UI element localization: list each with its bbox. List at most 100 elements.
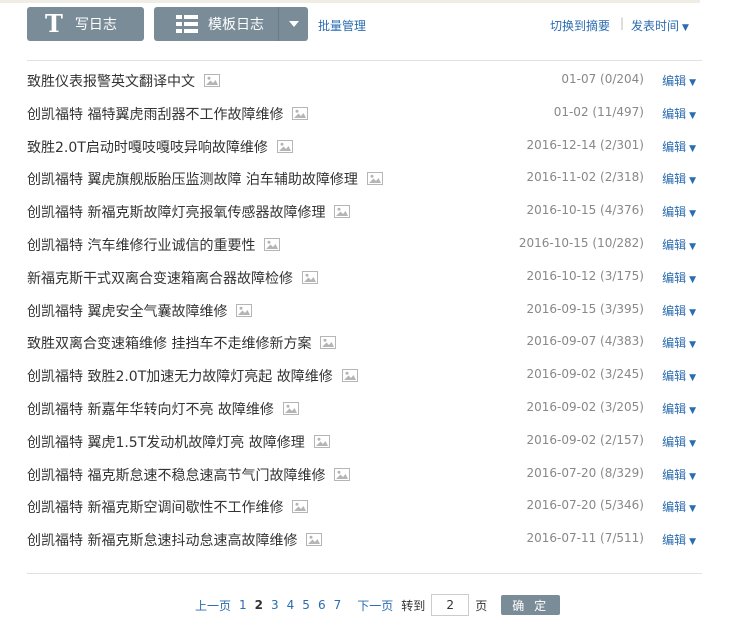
page-link-5[interactable]: 5 xyxy=(302,598,310,612)
image-icon xyxy=(341,369,358,383)
blog-date: 2016-09-02 xyxy=(526,367,597,382)
prev-page-link[interactable]: 上一页 xyxy=(195,597,231,614)
page-link-3[interactable]: 3 xyxy=(271,598,279,612)
edit-dropdown[interactable]: 编辑 ▼ xyxy=(662,498,696,515)
edit-label: 编辑 xyxy=(662,172,687,187)
blog-date: 2016-09-07 xyxy=(526,334,597,349)
page-number-input[interactable] xyxy=(431,594,470,616)
edit-dropdown[interactable]: 编辑 ▼ xyxy=(662,334,696,351)
edit-label: 编辑 xyxy=(662,205,687,220)
image-icon xyxy=(276,139,293,153)
blog-title-link[interactable]: 创凯福特 福特翼虎雨刮器不工作故障维修 xyxy=(27,104,309,124)
image-icon xyxy=(334,467,351,481)
blog-stats: (10/282) xyxy=(592,235,644,250)
edit-label: 编辑 xyxy=(662,401,687,416)
confirm-goto-button[interactable]: 确 定 xyxy=(501,595,561,615)
edit-dropdown[interactable]: 编辑 ▼ xyxy=(662,400,696,417)
page-link-1[interactable]: 1 xyxy=(239,598,247,612)
list-top-divider xyxy=(27,60,702,61)
blog-stats: (2/301) xyxy=(600,137,644,152)
blog-title-link[interactable]: 致胜2.0T启动时嘎吱嘎吱异响故障维修 xyxy=(27,137,293,157)
blog-list: 致胜仪表报警英文翻译中文 01-07 (0/204) 编辑 ▼ 创凯福特 福特翼虎雨刮器… xyxy=(27,64,702,556)
blog-date: 2016-09-02 xyxy=(526,399,597,414)
template-blog-button[interactable]: 模板日志 xyxy=(154,7,278,41)
blog-title-link[interactable]: 创凯福特 新嘉年华转向灯不亮 故障维修 xyxy=(27,399,299,419)
list-item: 致胜双离合变速箱维修 挂挡车不走维修新方案 2016-09-07 (4/383) 编… xyxy=(27,326,702,359)
caret-down-icon: ▼ xyxy=(689,143,696,154)
blog-date: 2016-07-20 xyxy=(526,498,597,513)
edit-dropdown[interactable]: 编辑 ▼ xyxy=(662,72,696,89)
blog-title-link[interactable]: 创凯福特 新福克斯空调间歇性不工作维修 xyxy=(27,497,309,517)
edit-dropdown[interactable]: 编辑 ▼ xyxy=(662,138,696,155)
edit-dropdown[interactable]: 编辑 ▼ xyxy=(662,433,696,450)
edit-dropdown[interactable]: 编辑 ▼ xyxy=(662,466,696,483)
page-link-2: 2 xyxy=(254,598,264,612)
image-icon xyxy=(282,401,299,415)
blog-title-link[interactable]: 创凯福特 致胜2.0T加速无力故障灯亮起 故障维修 xyxy=(27,366,358,386)
list-item: 创凯福特 新嘉年华转向灯不亮 故障维修 2016-09-02 (3/205) 编辑 ▼ xyxy=(27,392,702,425)
blog-title-link[interactable]: 创凯福特 新福克斯怠速抖动怠速高故障维修 xyxy=(27,530,323,550)
blog-date: 2016-07-20 xyxy=(526,465,597,480)
blog-title-text: 创凯福特 翼虎安全气囊故障维修 xyxy=(27,303,228,320)
edit-label: 编辑 xyxy=(662,106,687,121)
edit-label: 编辑 xyxy=(662,369,687,384)
blog-title-text: 致胜仪表报警英文翻译中文 xyxy=(27,74,195,90)
template-dropdown-button[interactable] xyxy=(278,7,308,41)
blog-title-link[interactable]: 创凯福特 翼虎旗舰版胎压监测故障 泊车辅助故障修理 xyxy=(27,169,383,189)
blog-stats: (3/175) xyxy=(600,268,644,283)
blog-date: 2016-09-15 xyxy=(526,301,597,316)
edit-dropdown[interactable]: 编辑 ▼ xyxy=(662,269,696,286)
edit-dropdown[interactable]: 编辑 ▼ xyxy=(662,302,696,319)
list-item: 创凯福特 汽车维修行业诚信的重要性 2016-10-15 (10/282) 编辑 ▼ xyxy=(27,228,702,261)
blog-stats: (3/205) xyxy=(600,399,644,414)
pagination: 上一页 1234567 下一页 转到 页 确 定 xyxy=(195,594,561,616)
page-link-7[interactable]: 7 xyxy=(334,598,342,612)
blog-title-text: 创凯福特 致胜2.0T加速无力故障灯亮起 故障维修 xyxy=(27,369,333,386)
blog-meta: 2016-10-15 (4/376) xyxy=(526,203,644,217)
batch-manage-link[interactable]: 批量管理 xyxy=(318,17,366,34)
blog-stats: (3/245) xyxy=(600,367,644,382)
blog-title-link[interactable]: 创凯福特 汽车维修行业诚信的重要性 xyxy=(27,235,281,255)
edit-dropdown[interactable]: 编辑 ▼ xyxy=(662,367,696,384)
blog-stats: (3/395) xyxy=(600,301,644,316)
sort-by-time-dropdown[interactable]: 发表时间 ▼ xyxy=(631,17,689,34)
blog-title-link[interactable]: 致胜仪表报警英文翻译中文 xyxy=(27,71,220,91)
blog-title-link[interactable]: 创凯福特 翼虎安全气囊故障维修 xyxy=(27,301,253,321)
blog-meta: 2016-09-15 (3/395) xyxy=(526,302,644,316)
page-link-4[interactable]: 4 xyxy=(287,598,295,612)
switch-to-summary-link[interactable]: 切换到摘要 xyxy=(550,17,610,34)
blog-title-link[interactable]: 新福克斯干式双离合变速箱离合器故障检修 xyxy=(27,268,318,288)
blog-meta: 2016-09-02 (2/157) xyxy=(526,433,644,447)
page-unit-label: 页 xyxy=(475,598,488,613)
image-icon xyxy=(204,74,220,87)
edit-dropdown[interactable]: 编辑 ▼ xyxy=(662,105,696,122)
blog-date: 2016-10-15 xyxy=(526,203,597,218)
blog-meta: 01-02 (11/497) xyxy=(554,105,644,119)
blog-meta: 2016-10-12 (3/175) xyxy=(526,269,644,283)
edit-dropdown[interactable]: 编辑 ▼ xyxy=(662,236,696,253)
blog-title-link[interactable]: 致胜双离合变速箱维修 挂挡车不走维修新方案 xyxy=(27,333,337,353)
edit-dropdown[interactable]: 编辑 ▼ xyxy=(662,203,696,220)
edit-dropdown[interactable]: 编辑 ▼ xyxy=(662,170,696,187)
blog-title-text: 创凯福特 新福克斯空调间歇性不工作维修 xyxy=(27,500,284,517)
blog-date: 2016-12-14 xyxy=(526,137,597,152)
write-blog-button[interactable]: T 写日志 xyxy=(27,7,144,41)
blog-stats: (4/383) xyxy=(600,334,644,349)
blog-title-link[interactable]: 创凯福特 新福克斯故障灯亮报氧传感器故障修理 xyxy=(27,202,351,222)
blog-stats: (2/318) xyxy=(600,170,644,185)
image-icon xyxy=(292,500,309,514)
list-item: 创凯福特 新福克斯空调间歇性不工作维修 2016-07-20 (5/346) 编辑 ▼ xyxy=(27,490,702,523)
blog-meta: 2016-07-11 (7/511) xyxy=(526,531,644,545)
blog-date: 01-02 xyxy=(553,104,589,119)
next-page-link[interactable]: 下一页 xyxy=(357,597,393,614)
blog-title-link[interactable]: 创凯福特 翼虎1.5T发动机故障灯亮 故障修理 xyxy=(27,432,330,452)
caret-down-icon: ▼ xyxy=(689,340,696,351)
edit-label: 编辑 xyxy=(662,434,687,449)
edit-dropdown[interactable]: 编辑 ▼ xyxy=(662,531,696,548)
blog-title-link[interactable]: 创凯福特 福克斯怠速不稳怠速高节气门故障维修 xyxy=(27,465,351,485)
write-blog-label: 写日志 xyxy=(74,17,117,33)
list-item: 创凯福特 翼虎1.5T发动机故障灯亮 故障修理 2016-09-02 (2/157… xyxy=(27,425,702,458)
blog-title-text: 创凯福特 翼虎旗舰版胎压监测故障 泊车辅助故障修理 xyxy=(27,172,358,189)
list-item: 创凯福特 致胜2.0T加速无力故障灯亮起 故障维修 2016-09-02 (3/2… xyxy=(27,359,702,392)
page-link-6[interactable]: 6 xyxy=(318,598,326,612)
